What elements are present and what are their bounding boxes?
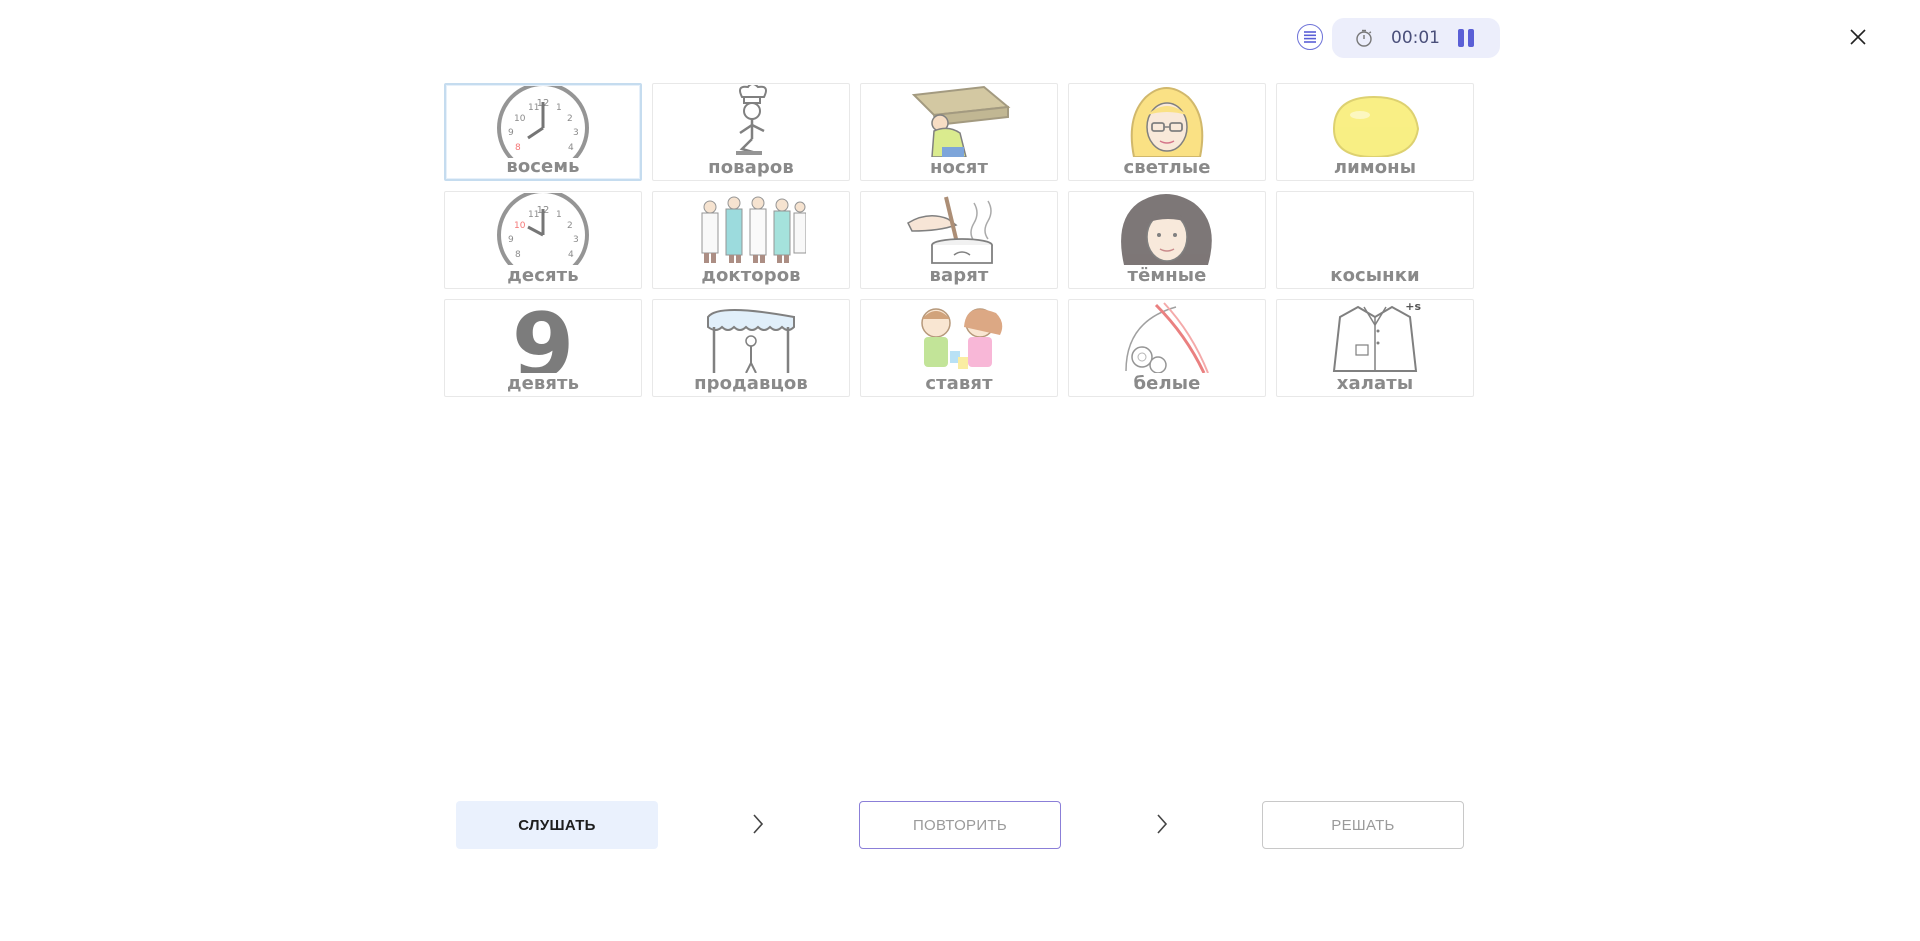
svg-text:10: 10 bbox=[514, 221, 526, 231]
svg-text:9: 9 bbox=[512, 301, 575, 373]
svg-text:3: 3 bbox=[573, 235, 579, 245]
card-word: косынки bbox=[1330, 265, 1420, 286]
word-card[interactable]: докторов bbox=[652, 191, 850, 289]
card-word: десять bbox=[507, 265, 579, 286]
word-card[interactable]: продавцов bbox=[652, 299, 850, 397]
card-word: варят bbox=[929, 265, 989, 286]
word-card[interactable]: +s халаты bbox=[1276, 299, 1474, 397]
cooking-pot-icon bbox=[904, 193, 1014, 265]
card-word: ставят bbox=[925, 373, 993, 394]
chevron-right-icon bbox=[753, 814, 764, 834]
shop-seller-icon bbox=[696, 301, 806, 373]
card-word: носят bbox=[930, 157, 988, 178]
word-card[interactable]: поваров bbox=[652, 83, 850, 181]
clock-ten-icon: 12 11 1 10 2 9 3 8 4 bbox=[488, 193, 598, 265]
card-word: белые bbox=[1133, 373, 1201, 394]
chef-icon bbox=[696, 85, 806, 157]
card-word: светлые bbox=[1123, 157, 1211, 178]
close-icon[interactable] bbox=[1847, 26, 1869, 48]
word-card[interactable]: 9 девять bbox=[444, 299, 642, 397]
clock-eight-icon: 12 11 1 10 2 9 3 8 4 bbox=[488, 86, 598, 158]
solve-button[interactable]: РЕШАТЬ bbox=[1262, 801, 1464, 849]
word-card[interactable]: белые bbox=[1068, 299, 1266, 397]
list-icon bbox=[1304, 31, 1316, 43]
svg-text:10: 10 bbox=[514, 114, 526, 124]
word-card[interactable]: лимоны bbox=[1276, 83, 1474, 181]
card-word: халаты bbox=[1336, 373, 1414, 394]
card-word: продавцов bbox=[694, 373, 808, 394]
svg-text:11: 11 bbox=[528, 103, 539, 113]
timer-value: 00:01 bbox=[1391, 28, 1440, 48]
listen-button[interactable]: СЛУШАТЬ bbox=[456, 801, 658, 849]
card-word: лимоны bbox=[1333, 157, 1417, 178]
svg-text:11: 11 bbox=[528, 210, 539, 220]
menu-button[interactable] bbox=[1297, 24, 1323, 50]
svg-text:8: 8 bbox=[515, 250, 521, 260]
card-word: восемь bbox=[506, 156, 580, 177]
pause-icon bbox=[1458, 29, 1464, 47]
card-word: поваров bbox=[708, 157, 794, 178]
repeat-button[interactable]: ПОВТОРИТЬ bbox=[859, 801, 1061, 849]
svg-text:2: 2 bbox=[567, 114, 573, 124]
card-word: тёмные bbox=[1127, 265, 1207, 286]
word-card-grid: 12 11 1 10 2 9 3 8 4 восемь bbox=[444, 83, 1474, 397]
white-blood-cells-icon bbox=[1112, 301, 1222, 373]
word-card[interactable]: тёмные bbox=[1068, 191, 1266, 289]
person-carrying-box-icon bbox=[904, 85, 1014, 157]
svg-text:9: 9 bbox=[508, 128, 514, 138]
timer: 00:01 bbox=[1332, 18, 1500, 58]
word-card[interactable]: 12 11 1 10 2 9 3 8 4 восемь bbox=[444, 83, 642, 181]
word-card[interactable]: косынки bbox=[1276, 191, 1474, 289]
blonde-woman-icon bbox=[1112, 85, 1222, 157]
chevron-right-icon bbox=[1157, 814, 1168, 834]
svg-text:3: 3 bbox=[573, 128, 579, 138]
plural-badge: +s bbox=[1405, 300, 1421, 313]
word-card[interactable]: светлые bbox=[1068, 83, 1266, 181]
doctors-icon bbox=[696, 193, 806, 265]
blank-image bbox=[1320, 193, 1430, 265]
svg-text:8: 8 bbox=[515, 143, 521, 153]
pause-button[interactable] bbox=[1458, 29, 1478, 47]
svg-text:1: 1 bbox=[556, 103, 562, 113]
dark-hair-woman-icon bbox=[1112, 193, 1222, 265]
svg-text:1: 1 bbox=[556, 210, 562, 220]
word-card[interactable]: носят bbox=[860, 83, 1058, 181]
word-card[interactable]: варят bbox=[860, 191, 1058, 289]
svg-text:2: 2 bbox=[567, 221, 573, 231]
word-card[interactable]: 12 11 1 10 2 9 3 8 4 десять bbox=[444, 191, 642, 289]
word-card[interactable]: ставят bbox=[860, 299, 1058, 397]
children-placing-cups-icon bbox=[904, 301, 1014, 373]
svg-text:4: 4 bbox=[568, 250, 574, 260]
svg-text:9: 9 bbox=[508, 235, 514, 245]
card-word: докторов bbox=[701, 265, 801, 286]
svg-text:4: 4 bbox=[568, 143, 574, 153]
stopwatch-icon bbox=[1356, 29, 1372, 47]
number-nine-icon: 9 bbox=[488, 301, 598, 373]
card-word: девять bbox=[506, 373, 580, 394]
lemon-icon bbox=[1320, 85, 1430, 157]
